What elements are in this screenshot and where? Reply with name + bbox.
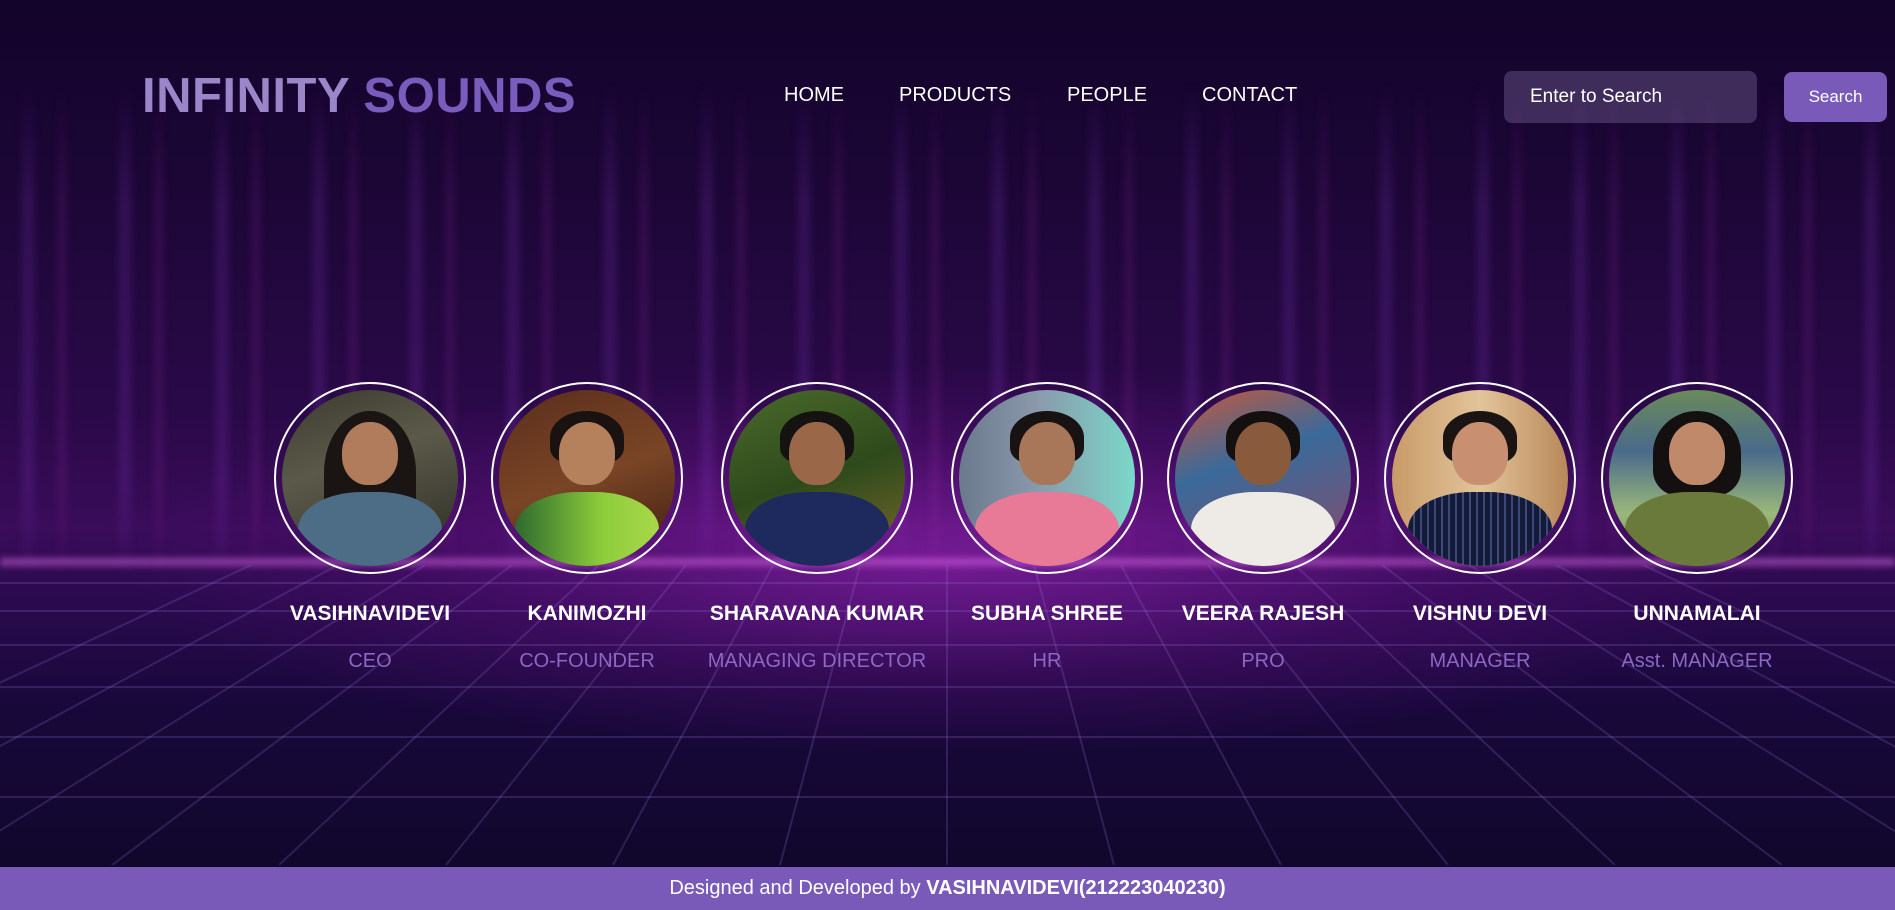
person-card: VISHNU DEVI MANAGER — [1365, 382, 1595, 673]
person-name: VISHNU DEVI — [1412, 602, 1548, 625]
person-role: Asst. MANAGER — [1621, 650, 1773, 672]
person-role: CEO — [348, 650, 392, 672]
person-role: HR — [1032, 650, 1062, 672]
nav-item-home[interactable]: HOME — [784, 84, 844, 107]
person-name: KANIMOZHI — [527, 602, 647, 625]
brand-logo-part1: INFINITY — [142, 69, 350, 123]
person-card: SHARAVANA KUMAR MANAGING DIRECTOR — [702, 382, 932, 673]
brand-logo[interactable]: INFINITY SOUNDS — [142, 68, 576, 124]
nav-item-contact[interactable]: CONTACT — [1202, 84, 1297, 107]
search-button[interactable]: Search — [1784, 72, 1887, 122]
person-card: KANIMOZHI CO-FOUNDER — [472, 382, 702, 673]
avatar[interactable] — [951, 382, 1143, 574]
avatar[interactable] — [274, 382, 466, 574]
person-name: VEERA RAJESH — [1181, 602, 1345, 625]
person-card: UNNAMALAI Asst. MANAGER — [1582, 382, 1812, 673]
avatar[interactable] — [721, 382, 913, 574]
person-card: SUBHA SHREE HR — [932, 382, 1162, 673]
footer-credit-author: VASIHNAVIDEVI(212223040230) — [926, 877, 1226, 899]
avatar[interactable] — [1384, 382, 1576, 574]
person-name: UNNAMALAI — [1633, 602, 1761, 625]
avatar[interactable] — [1601, 382, 1793, 574]
person-card: VEERA RAJESH PRO — [1148, 382, 1378, 673]
person-card: VASIHNAVIDEVI CEO — [255, 382, 485, 673]
person-role: MANAGING DIRECTOR — [707, 650, 927, 672]
person-role: MANAGER — [1429, 650, 1531, 672]
nav-item-people[interactable]: PEOPLE — [1067, 84, 1147, 107]
person-name: SUBHA SHREE — [970, 602, 1124, 625]
person-name: VASIHNAVIDEVI — [289, 602, 451, 625]
avatar[interactable] — [491, 382, 683, 574]
footer: Designed and Developed by VASIHNAVIDEVI(… — [0, 867, 1895, 910]
avatar[interactable] — [1167, 382, 1359, 574]
search-input[interactable] — [1504, 71, 1757, 123]
person-name: SHARAVANA KUMAR — [709, 602, 925, 625]
brand-logo-part2: SOUNDS — [363, 69, 577, 123]
footer-credit-prefix: Designed and Developed by — [669, 877, 927, 899]
nav-item-products[interactable]: PRODUCTS — [899, 84, 1011, 107]
person-role: PRO — [1241, 650, 1285, 672]
person-role: CO-FOUNDER — [519, 650, 655, 672]
